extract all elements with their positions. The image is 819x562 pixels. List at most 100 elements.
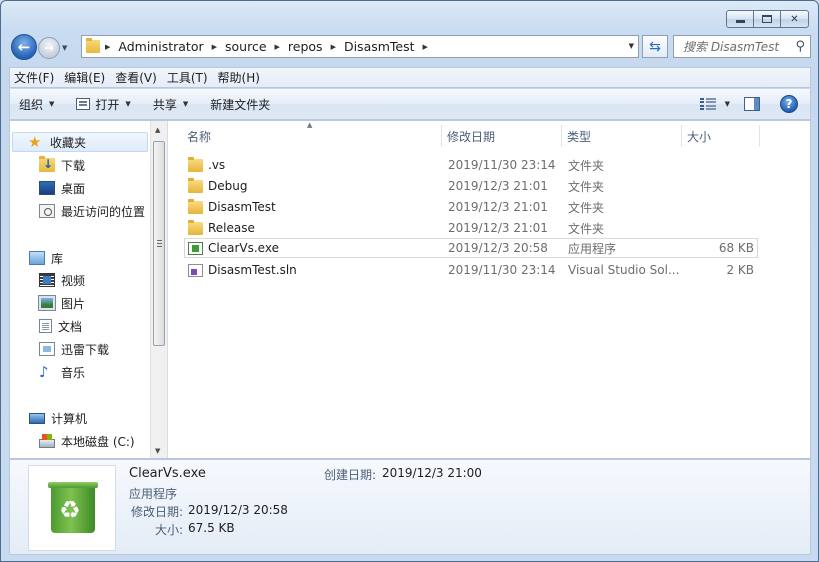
download-folder-icon bbox=[39, 156, 55, 172]
new-folder-label: 新建文件夹 bbox=[210, 97, 271, 112]
nav-label: 库 bbox=[51, 251, 64, 266]
search-input[interactable] bbox=[683, 39, 791, 54]
nav-recent-places[interactable]: 最近访问的位置 bbox=[39, 201, 145, 221]
file-row[interactable]: DisasmTest.sln 2019/11/30 23:14 Visual S… bbox=[184, 260, 758, 280]
search-icon[interactable]: ⚲ bbox=[795, 39, 805, 54]
forward-button[interactable]: → bbox=[38, 37, 60, 59]
breadcrumb-label: DisasmTest bbox=[343, 39, 415, 54]
file-row[interactable]: .vs 2019/11/30 23:14 文件夹 bbox=[184, 155, 758, 175]
preview-pane-icon[interactable] bbox=[744, 97, 760, 111]
scrollbar-thumb[interactable] bbox=[153, 141, 165, 346]
change-view-icon[interactable] bbox=[699, 97, 716, 111]
column-divider[interactable] bbox=[441, 125, 442, 147]
scroll-up-icon[interactable]: ▲ bbox=[155, 126, 160, 134]
nav-thunder-downloads[interactable]: 迅雷下载 bbox=[39, 339, 109, 359]
file-date: 2019/12/3 21:01 bbox=[448, 200, 548, 214]
nav-desktop[interactable]: 桌面 bbox=[39, 178, 85, 198]
column-divider[interactable] bbox=[759, 125, 760, 147]
nav-computer[interactable]: 计算机 bbox=[29, 408, 87, 428]
file-list: ▲ 名称 修改日期 类型 大小 .vs 2019/11/30 23:14 文件夹… bbox=[172, 121, 810, 458]
chevron-right-icon: ▶ bbox=[274, 42, 280, 51]
file-type: Visual Studio Sol... bbox=[568, 263, 680, 277]
music-icon: ♪ bbox=[39, 363, 49, 381]
folder-icon bbox=[188, 177, 203, 193]
breadcrumb-disasmtest[interactable]: DisasmTest ▶ bbox=[344, 39, 436, 54]
details-file-type: 应用程序 bbox=[129, 487, 178, 501]
pane-splitter[interactable] bbox=[167, 121, 171, 458]
details-size-label: 大小: bbox=[155, 523, 184, 537]
file-name: Debug bbox=[208, 179, 248, 193]
back-button[interactable]: ← bbox=[11, 34, 37, 60]
column-header-date[interactable]: 修改日期 bbox=[444, 125, 562, 147]
nav-label: 音乐 bbox=[61, 365, 86, 380]
nav-favorites[interactable]: ★ 收藏夹 bbox=[12, 132, 148, 152]
scroll-down-icon[interactable]: ▼ bbox=[155, 447, 160, 455]
nav-music[interactable]: ♪ 音乐 bbox=[39, 362, 85, 382]
file-row-selected[interactable]: ClearVs.exe 2019/12/3 20:58 应用程序 68 KB bbox=[184, 238, 758, 258]
new-folder-button[interactable]: 新建文件夹 bbox=[210, 96, 270, 113]
refresh-button[interactable]: ⇆ bbox=[642, 35, 668, 58]
nav-videos[interactable]: 视频 bbox=[39, 270, 85, 290]
nav-label: 本地磁盘 (C:) bbox=[61, 434, 135, 449]
details-modified-value: 2019/12/3 20:58 bbox=[188, 503, 288, 517]
nav-documents[interactable]: 文档 bbox=[39, 316, 82, 336]
nav-scrollbar[interactable]: ▲ ▼ bbox=[150, 121, 167, 458]
nav-label: 文档 bbox=[58, 319, 83, 334]
breadcrumb-root-arrow[interactable]: ▶ bbox=[105, 43, 118, 51]
recent-pages-dropdown[interactable]: ▼ bbox=[62, 44, 67, 52]
open-button[interactable]: 打开 ▼ bbox=[76, 96, 131, 113]
grip-icon bbox=[157, 240, 162, 247]
chevron-right-icon: ▶ bbox=[211, 42, 217, 51]
thunder-download-icon bbox=[39, 342, 55, 356]
view-dropdown-icon[interactable]: ▼ bbox=[725, 100, 730, 108]
folder-icon bbox=[188, 219, 203, 235]
file-row[interactable]: Debug 2019/12/3 21:01 文件夹 bbox=[184, 176, 758, 196]
explorer-window: ✕ ← → ▼ ▶ Administrator ▶ source ▶ repos ▶ … bbox=[0, 0, 819, 562]
nav-local-disk[interactable]: 本地磁盘 (C:) bbox=[39, 431, 135, 451]
maximize-button[interactable] bbox=[753, 10, 780, 28]
file-row[interactable]: DisasmTest 2019/12/3 21:01 文件夹 bbox=[184, 197, 758, 217]
menu-file[interactable]: 文件(F) bbox=[14, 69, 54, 86]
menu-tools[interactable]: 工具(T) bbox=[167, 69, 208, 86]
column-header-name[interactable]: 名称 bbox=[184, 125, 444, 147]
details-created-label: 创建日期: bbox=[324, 468, 377, 482]
star-icon: ★ bbox=[28, 133, 42, 151]
nav-label: 迅雷下载 bbox=[61, 342, 110, 357]
search-box[interactable]: ⚲ bbox=[673, 35, 811, 58]
file-type: 文件夹 bbox=[568, 179, 605, 194]
organize-button[interactable]: 组织 ▼ bbox=[19, 96, 54, 113]
nav-libraries[interactable]: 库 bbox=[29, 248, 63, 268]
close-button[interactable]: ✕ bbox=[780, 10, 809, 28]
share-label: 共享 bbox=[152, 97, 177, 112]
column-divider[interactable] bbox=[681, 125, 682, 147]
minimize-button[interactable] bbox=[726, 10, 753, 28]
column-divider[interactable] bbox=[561, 125, 562, 147]
nav-label: 图片 bbox=[61, 296, 86, 311]
address-bar[interactable]: ▶ Administrator ▶ source ▶ repos ▶ DisasmTe… bbox=[81, 35, 639, 58]
help-icon[interactable]: ? bbox=[780, 95, 798, 113]
nav-downloads[interactable]: 下载 bbox=[39, 155, 85, 175]
file-name: DisasmTest bbox=[208, 200, 276, 214]
details-created-value: 2019/12/3 21:00 bbox=[382, 466, 482, 480]
details-size-value: 67.5 KB bbox=[188, 521, 235, 535]
breadcrumb-repos[interactable]: repos ▶ bbox=[288, 39, 344, 54]
breadcrumb-administrator[interactable]: Administrator ▶ bbox=[118, 39, 225, 54]
breadcrumb-source[interactable]: source ▶ bbox=[225, 39, 288, 54]
file-row[interactable]: Release 2019/12/3 21:01 文件夹 bbox=[184, 218, 758, 238]
dropdown-arrow-icon: ▼ bbox=[125, 100, 131, 108]
address-dropdown-icon[interactable]: ▼ bbox=[629, 42, 634, 50]
folder-icon bbox=[188, 156, 203, 172]
menu-edit[interactable]: 编辑(E) bbox=[64, 69, 105, 86]
nav-pictures[interactable]: 图片 bbox=[38, 293, 86, 313]
share-button[interactable]: 共享 ▼ bbox=[153, 96, 188, 113]
column-header-size[interactable]: 大小 bbox=[684, 125, 760, 147]
column-label: 大小 bbox=[687, 129, 712, 144]
chevron-right-icon: ▶ bbox=[330, 42, 336, 51]
folder-icon bbox=[188, 198, 203, 214]
file-date: 2019/12/3 21:01 bbox=[448, 179, 548, 193]
menu-view[interactable]: 查看(V) bbox=[115, 69, 157, 86]
column-header-type[interactable]: 类型 bbox=[564, 125, 682, 147]
file-size: 68 KB bbox=[718, 241, 754, 255]
menu-help[interactable]: 帮助(H) bbox=[218, 69, 260, 86]
file-date: 2019/12/3 21:01 bbox=[448, 221, 548, 235]
